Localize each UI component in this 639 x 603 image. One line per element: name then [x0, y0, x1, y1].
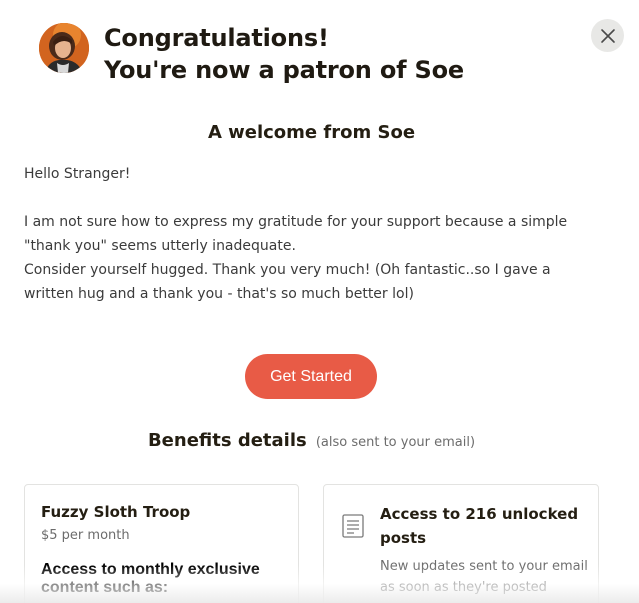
- welcome-paragraph-1: I am not sure how to express my gratitud…: [24, 214, 572, 254]
- tier-price: $5 per month: [41, 528, 130, 543]
- creator-avatar: [39, 23, 89, 73]
- benefits-email-note: (also sent to your email): [315, 435, 476, 450]
- unlocked-posts-note: New updates sent to your email as soon a…: [380, 559, 588, 595]
- welcome-greeting: Hello Stranger!: [24, 166, 131, 182]
- benefits-heading: Benefits details (also sent to your emai…: [0, 430, 623, 451]
- welcome-title: A welcome from Soe: [207, 122, 416, 143]
- tier-description: Access to monthly exclusive content such…: [41, 561, 260, 596]
- tier-name: Fuzzy Sloth Troop: [41, 503, 191, 521]
- welcome-message: Hello Stranger! I am not sure how to exp…: [24, 162, 594, 306]
- document-icon: [342, 514, 364, 538]
- get-started-button[interactable]: Get Started: [245, 354, 377, 399]
- congratulations-line: Congratulations!: [104, 24, 329, 52]
- welcome-paragraph-2: Consider yourself hugged. Thank you very…: [24, 262, 556, 302]
- benefits-title: Benefits details: [147, 430, 307, 451]
- tier-card: Fuzzy Sloth Troop $5 per month Access to…: [24, 484, 299, 603]
- congratulations-heading: Congratulations! You're now a patron of …: [104, 22, 464, 86]
- close-button[interactable]: [591, 19, 624, 52]
- unlocked-posts-title: Access to 216 unlocked posts: [380, 505, 579, 547]
- unlocked-posts-card: Access to 216 unlocked posts New updates…: [323, 484, 599, 603]
- patron-of-line: You're now a patron of Soe: [104, 56, 464, 84]
- patron-welcome-modal: Congratulations! You're now a patron of …: [0, 0, 639, 603]
- close-icon: [600, 28, 615, 43]
